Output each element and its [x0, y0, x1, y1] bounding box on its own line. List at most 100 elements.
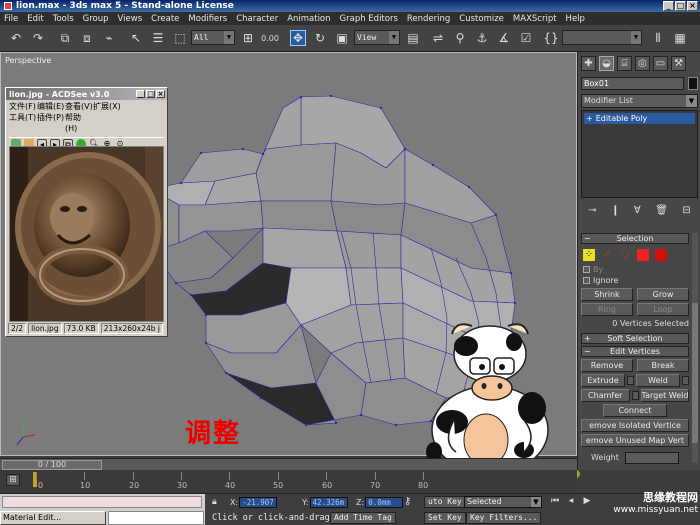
pivot-center-icon[interactable]: ▤ [405, 30, 421, 46]
modify-tab-icon[interactable]: ◒ [599, 56, 614, 71]
modifier-list-dropdown[interactable]: Modifier List ▼ [581, 94, 698, 108]
selected-dropdown[interactable]: Selected ▼ [464, 496, 542, 508]
extrude-button[interactable]: Extrude [581, 374, 625, 387]
menu-edit[interactable]: Edit [27, 14, 43, 24]
acdsee-menu-help[interactable]: 帮助(H) [65, 112, 93, 134]
align-icon[interactable]: ⚲ [452, 30, 468, 46]
move-icon[interactable]: ✥ [290, 30, 306, 46]
chamfer-settings-button[interactable] [631, 391, 639, 400]
command-panel-scrollbar[interactable] [692, 233, 698, 463]
select-and-move-icon[interactable]: ⊞ [240, 30, 256, 46]
menu-group[interactable]: Group [83, 14, 109, 24]
element-level-icon[interactable] [655, 249, 667, 261]
set-key-button[interactable]: Set Key [424, 512, 466, 524]
utilities-tab-icon[interactable]: ⚒ [671, 56, 686, 71]
expand-icon[interactable]: + [586, 113, 593, 124]
acdsee-maximize-button[interactable]: □ [146, 90, 155, 98]
menu-create[interactable]: Create [151, 14, 179, 24]
z-field[interactable]: 0.0mm [365, 497, 404, 508]
rotate-icon[interactable]: ↻ [312, 30, 328, 46]
menu-character[interactable]: Character [236, 14, 278, 24]
menu-help[interactable]: Help [566, 14, 585, 24]
time-slider-handle[interactable]: 0 / 100 [2, 460, 102, 470]
configure-sets-icon[interactable]: ⊟ [682, 205, 690, 216]
x-field[interactable]: -21.907 [239, 497, 278, 508]
weld-settings-button[interactable] [682, 376, 689, 385]
selection-filter-dropdown[interactable]: All ▼ [191, 30, 235, 45]
unlink-icon[interactable]: ⧈ [79, 30, 95, 46]
remove-unused-map-verts-button[interactable]: emove Unused Map Vert [581, 434, 689, 447]
loop-button[interactable]: Loop [637, 303, 689, 316]
go-to-start-icon[interactable]: ⏮ [548, 496, 562, 508]
vertex-level-icon[interactable]: ⁘ [583, 249, 595, 261]
time-slider[interactable]: 0 / 100 [0, 458, 577, 470]
reference-coordinate-dropdown[interactable]: View ▼ [354, 30, 400, 45]
ignore-backfacing-checkbox[interactable]: Ignore [581, 275, 689, 286]
ring-button[interactable]: Ring [581, 303, 633, 316]
acdsee-menu-plugins[interactable]: 插件(P) [37, 112, 65, 134]
key-icon[interactable]: ⚷ [404, 496, 411, 507]
display-tab-icon[interactable]: ▭ [653, 56, 668, 71]
edge-level-icon[interactable]: ⟋ [601, 249, 613, 261]
extrude-settings-button[interactable] [627, 376, 634, 385]
select-by-name-icon[interactable]: ☰ [150, 30, 166, 46]
polygon-level-icon[interactable] [637, 249, 649, 261]
bind-space-warp-icon[interactable]: ⌁ [101, 30, 117, 46]
remove-isolated-vertices-button[interactable]: emove Isolated Vertice [581, 419, 689, 432]
lock-selection-icon[interactable]: 🔒︎ [212, 497, 222, 508]
create-tab-icon[interactable]: ✚ [581, 56, 596, 71]
track-bar[interactable]: ⊞ 0 10 20 30 40 50 60 70 80 [0, 470, 577, 493]
menu-tools[interactable]: Tools [53, 14, 74, 24]
menu-file[interactable]: File [4, 14, 18, 24]
mirror-icon[interactable]: ⇌ [430, 30, 446, 46]
undo-icon[interactable]: ↶ [8, 30, 24, 46]
weight-spinner[interactable] [624, 451, 679, 464]
close-button[interactable]: × [687, 1, 698, 11]
taskbar-item-material-editor[interactable]: Material Edit... [0, 511, 106, 525]
previous-frame-icon[interactable]: ◂ [564, 496, 578, 508]
menu-views[interactable]: Views [118, 14, 143, 24]
named-selection-dropdown[interactable]: ▼ [562, 30, 642, 45]
shrink-button[interactable]: Shrink [581, 288, 633, 301]
acdsee-title-bar[interactable]: lion.jpg - ACDSee v3.0 _ □ × [6, 88, 167, 100]
angle-snap-icon[interactable]: ∡ [496, 30, 512, 46]
menu-graph-editors[interactable]: Graph Editors [340, 14, 398, 24]
redo-icon[interactable]: ↷ [30, 30, 46, 46]
grow-button[interactable]: Grow [637, 288, 689, 301]
menu-maxscript[interactable]: MAXScript [513, 14, 557, 24]
y-field[interactable]: 42.326m [309, 497, 348, 508]
menu-animation[interactable]: Animation [287, 14, 330, 24]
edit-named-selection-icon[interactable]: {} [543, 30, 559, 46]
track-bar-menu-icon[interactable]: ⊞ [6, 474, 20, 486]
motion-tab-icon[interactable]: ◎ [635, 56, 650, 71]
pin-stack-icon[interactable]: ⊸ [588, 205, 596, 216]
select-object-icon[interactable]: ↖ [128, 30, 144, 46]
maximize-button[interactable]: □ [675, 1, 686, 11]
select-link-icon[interactable]: ⧉ [57, 30, 73, 46]
menu-modifiers[interactable]: Modifiers [188, 14, 227, 24]
chamfer-button[interactable]: Chamfer [581, 389, 630, 402]
acdsee-menu-tools[interactable]: 工具(T) [9, 112, 37, 134]
edit-vertices-rollout-header[interactable]: − Edit Vertices [581, 346, 689, 357]
key-filters-button[interactable]: Key Filters... [466, 512, 542, 524]
auto-key-button[interactable]: uto Key [424, 496, 466, 508]
mirror-object-icon[interactable]: ⫴ [650, 30, 666, 46]
object-color-swatch[interactable] [688, 77, 698, 90]
remove-button[interactable]: Remove [581, 359, 633, 372]
maxscript-mini-listener[interactable] [2, 496, 202, 508]
make-unique-icon[interactable]: ∀ [634, 205, 641, 216]
scale-icon[interactable]: ▣ [334, 30, 350, 46]
soft-selection-rollout-header[interactable]: + Soft Selection [581, 333, 689, 344]
snap-icon[interactable]: ⚓ [474, 30, 490, 46]
acdsee-menu-extend[interactable]: 扩展(X) [93, 101, 121, 112]
hierarchy-tab-icon[interactable]: ⌸ [617, 56, 632, 71]
material-editor-icon[interactable]: ▦ [672, 30, 688, 46]
break-button[interactable]: Break [637, 359, 689, 372]
selection-region-icon[interactable]: ⬚ [172, 30, 188, 46]
stack-item-editable-poly[interactable]: + Editable Poly [584, 113, 695, 124]
percent-snap-icon[interactable]: ☑ [518, 30, 534, 46]
weld-button[interactable]: Weld [636, 374, 680, 387]
show-end-result-icon[interactable]: ❙ [611, 205, 619, 216]
target-weld-button[interactable]: Target Weld [640, 389, 689, 402]
menu-customize[interactable]: Customize [459, 14, 504, 24]
